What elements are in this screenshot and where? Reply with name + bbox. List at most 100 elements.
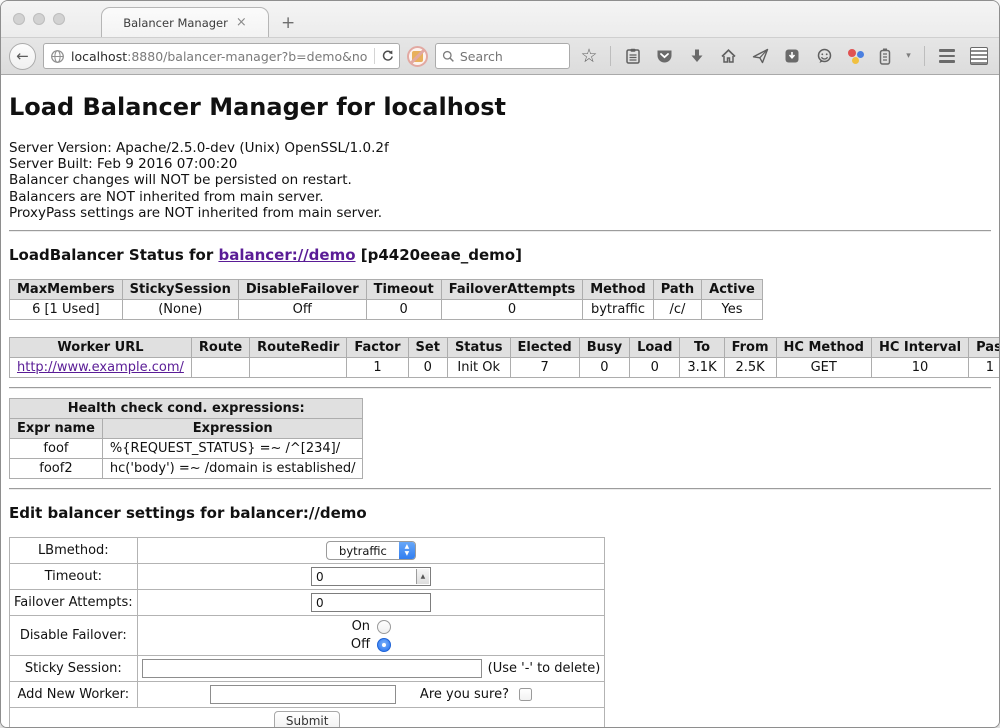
urlbar-divider: [374, 48, 375, 64]
worker-cell: 0: [408, 358, 447, 378]
home-icon[interactable]: [716, 43, 741, 69]
params-header: MaxMembers: [10, 280, 123, 300]
failover-attempts-input[interactable]: 0: [311, 593, 431, 612]
workers-header: Set: [408, 338, 447, 358]
url-text[interactable]: localhost:8880/balancer-manager?b=demo&n…: [71, 49, 368, 64]
params-header: FailoverAttempts: [441, 280, 583, 300]
are-you-sure-label: Are you sure?: [420, 687, 509, 702]
worker-cell: Init Ok: [447, 358, 510, 378]
window-controls[interactable]: [13, 13, 65, 25]
disable-failover-on-radio[interactable]: [377, 620, 391, 634]
health-row-foof2: foof2 hc('body') =~ /domain is establish…: [10, 459, 363, 479]
status-heading-suffix: [p4420eeae_demo]: [356, 246, 522, 264]
params-cell: 0: [366, 300, 441, 320]
battery-icon[interactable]: [876, 43, 895, 69]
health-expression: hc('body') =~ /domain is established/: [102, 459, 363, 479]
workers-header: Elected: [510, 338, 579, 358]
section-divider-1: [9, 230, 991, 232]
sticky-session-hint: (Use '-' to delete): [488, 661, 601, 676]
failover-attempts-value: 0: [316, 596, 324, 610]
workers-header: Worker URL: [10, 338, 192, 358]
url-bar[interactable]: localhost:8880/balancer-manager?b=demo&n…: [43, 43, 400, 69]
server-built-line: Server Built: Feb 9 2016 07:00:20: [9, 156, 991, 172]
number-spinner-icon[interactable]: ▲: [416, 569, 429, 584]
health-header-exprname: Expr name: [10, 419, 103, 439]
window-minimize-button[interactable]: [33, 13, 45, 25]
sticky-session-input[interactable]: [142, 659, 482, 678]
worker-cell: 10: [871, 358, 968, 378]
params-cell: Yes: [702, 300, 763, 320]
lbmethod-selected-value: bytraffic: [339, 544, 399, 558]
back-button[interactable]: ←: [9, 43, 36, 70]
params-header: Path: [653, 280, 701, 300]
send-icon[interactable]: [748, 43, 773, 69]
globe-icon[interactable]: [50, 49, 65, 64]
menu-hamburger-icon[interactable]: [934, 43, 959, 69]
reading-list-icon[interactable]: [620, 43, 645, 69]
lbmethod-select[interactable]: bytraffic ▲▼: [326, 541, 416, 560]
disable-failover-off-radio[interactable]: [377, 638, 391, 652]
workers-header: HC Method: [776, 338, 871, 358]
section-divider-3: [9, 488, 991, 490]
health-header-expression: Expression: [102, 419, 363, 439]
window-zoom-button[interactable]: [53, 13, 65, 25]
worker-cell: [250, 358, 347, 378]
bookmark-star-icon[interactable]: ☆: [577, 43, 602, 69]
workers-table: Worker URL Route RouteRedir Factor Set S…: [9, 337, 999, 378]
window-close-button[interactable]: [13, 13, 25, 25]
worker-url-link[interactable]: http://www.example.com/: [17, 360, 184, 375]
workers-header: Factor: [347, 338, 408, 358]
colored-dots-extension-icon[interactable]: [844, 43, 869, 69]
timeout-value: 0: [316, 570, 324, 584]
sticky-session-row: Sticky Session: (Use '-' to delete): [10, 656, 605, 682]
worker-row: http://www.example.com/ 1 0 Init Ok 7 0 …: [10, 358, 1000, 378]
timeout-input[interactable]: 0 ▲: [311, 567, 431, 586]
balancer-demo-link[interactable]: balancer://demo: [218, 246, 355, 264]
toolbar-divider-2: [924, 46, 925, 66]
edit-balancer-form: LBmethod: bytraffic ▲▼ Timeout: 0 ▲: [9, 537, 605, 727]
are-you-sure-checkbox[interactable]: [519, 688, 532, 701]
page-content: Load Balancer Manager for localhost Serv…: [1, 75, 999, 727]
submit-row: Submit: [10, 708, 605, 727]
worker-cell: 7: [510, 358, 579, 378]
add-worker-input[interactable]: [210, 685, 396, 704]
worker-cell: [191, 358, 249, 378]
health-check-table: Health check cond. expressions: Expr nam…: [9, 398, 363, 479]
url-host: localhost: [71, 49, 127, 64]
lbmethod-label: LBmethod:: [10, 538, 138, 564]
worker-cell: 1: [347, 358, 408, 378]
search-icon: [442, 50, 455, 63]
failover-attempts-label: Failover Attempts:: [10, 590, 138, 616]
download-icon[interactable]: [684, 43, 709, 69]
search-box[interactable]: [435, 43, 570, 69]
pocket-icon[interactable]: [652, 43, 677, 69]
params-value-row: 6 [1 Used] (None) Off 0 0 bytraffic /c/ …: [10, 300, 763, 320]
workers-header: HC Interval: [871, 338, 968, 358]
tab-bar: Balancer Manager × +: [1, 1, 999, 37]
new-tab-button[interactable]: +: [281, 15, 295, 32]
params-cell: 0: [441, 300, 583, 320]
workers-header: To: [680, 338, 724, 358]
health-expr-name: foof: [10, 439, 103, 459]
chat-smiley-icon[interactable]: [812, 43, 837, 69]
browser-tab[interactable]: Balancer Manager ×: [101, 7, 269, 37]
sticky-session-label: Sticky Session:: [10, 656, 138, 682]
content-blocked-icon[interactable]: [407, 46, 428, 67]
save-to-device-icon[interactable]: [780, 43, 805, 69]
chevron-down-icon[interactable]: ▾: [902, 43, 915, 69]
health-row-foof: foof %{REQUEST_STATUS} =~ /^[234]/: [10, 439, 363, 459]
params-cell: Off: [238, 300, 366, 320]
params-header: Timeout: [366, 280, 441, 300]
page-thumbnail-icon[interactable]: [966, 43, 991, 69]
server-version-line: Server Version: Apache/2.5.0-dev (Unix) …: [9, 140, 991, 156]
url-path: :8880/balancer-manager?b=demo&nonce=decc…: [127, 49, 368, 64]
submit-button[interactable]: Submit: [274, 711, 341, 727]
reload-icon[interactable]: [381, 49, 395, 63]
workers-header: Passes: [969, 338, 999, 358]
health-expr-name: foof2: [10, 459, 103, 479]
worker-cell: 3.1K: [680, 358, 724, 378]
workers-header: RouteRedir: [250, 338, 347, 358]
tab-close-icon[interactable]: ×: [236, 16, 247, 29]
browser-window: Balancer Manager × + ← localhost:8880/ba…: [0, 0, 1000, 728]
search-input[interactable]: [460, 49, 563, 64]
